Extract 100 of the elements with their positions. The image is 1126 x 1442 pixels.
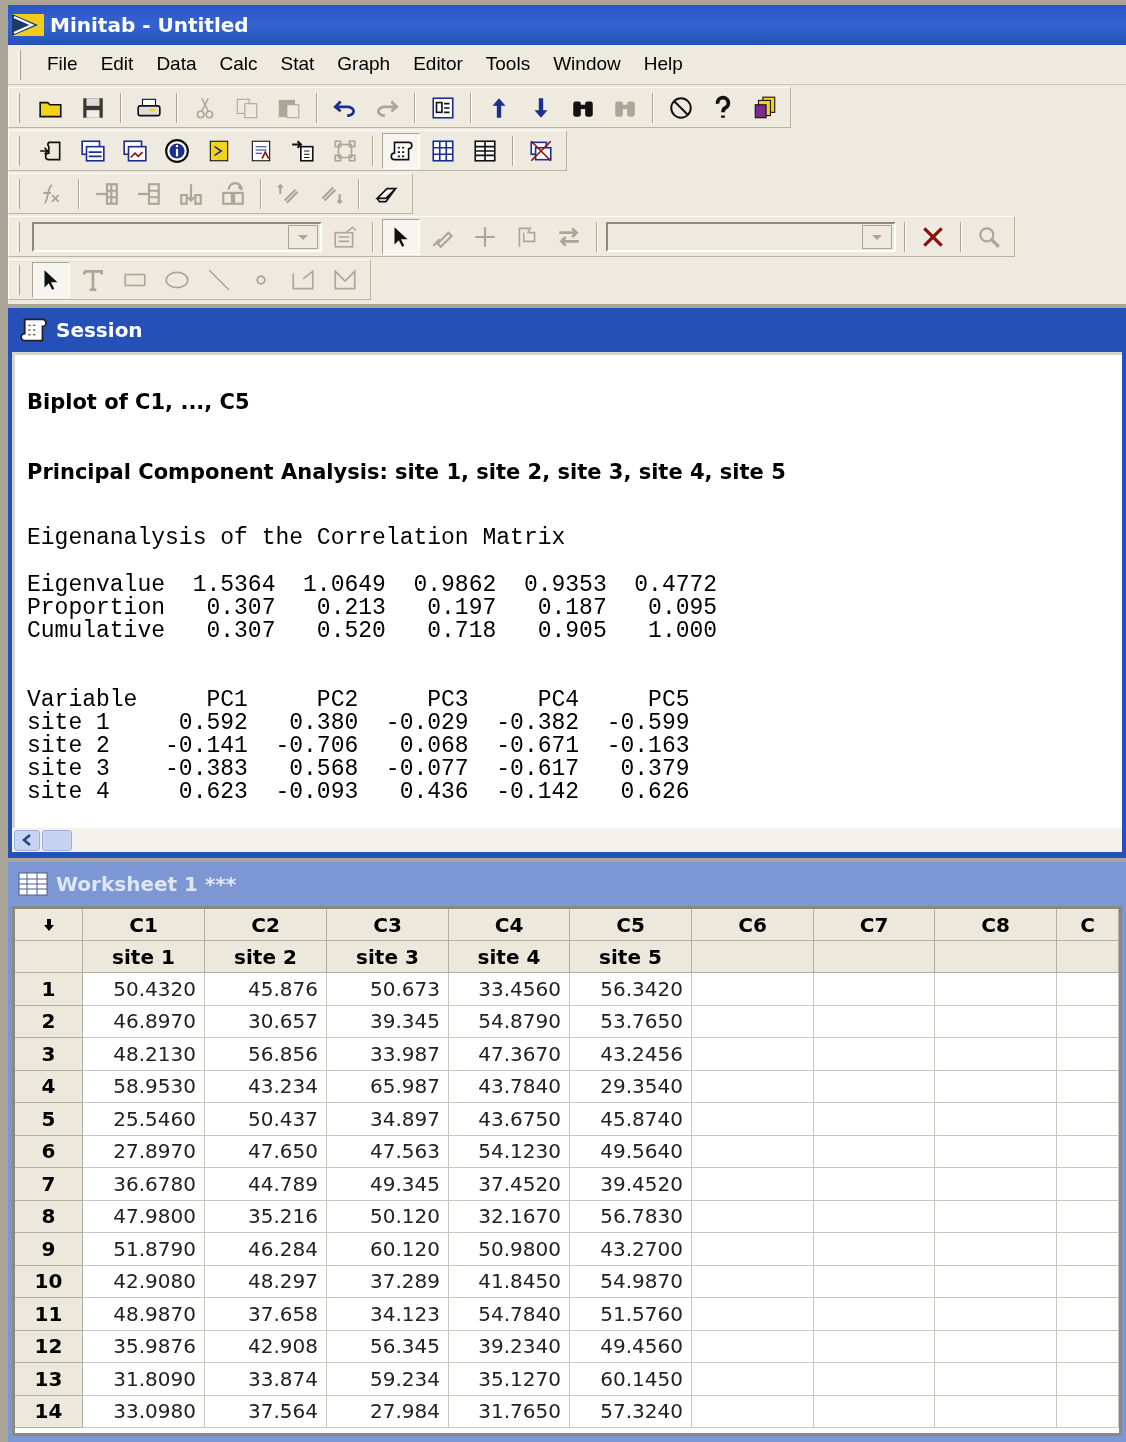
table-cell[interactable]: 54.1230 — [449, 1135, 570, 1168]
table-cell[interactable] — [692, 1265, 814, 1298]
column-name-cell[interactable]: site 1 — [83, 941, 205, 973]
table-cell[interactable] — [935, 1200, 1057, 1233]
table-cell[interactable]: 50.673 — [327, 973, 449, 1006]
table-cell[interactable]: 31.8090 — [83, 1363, 205, 1396]
menu-item[interactable]: Window — [545, 50, 629, 79]
menu-item[interactable]: Calc — [211, 50, 266, 79]
table-cell[interactable]: 59.234 — [327, 1363, 449, 1396]
table-cell[interactable]: 50.120 — [327, 1200, 449, 1233]
table-cell[interactable] — [935, 1103, 1057, 1136]
table-cell[interactable]: 34.897 — [327, 1103, 449, 1136]
table-cell[interactable] — [814, 1330, 935, 1363]
table-cell[interactable] — [935, 1168, 1057, 1201]
table-cell[interactable] — [692, 973, 814, 1006]
table-cell[interactable] — [814, 1135, 935, 1168]
menu-item[interactable]: Edit — [92, 50, 142, 79]
table-cell[interactable]: 34.123 — [327, 1298, 449, 1331]
table-cell[interactable] — [1057, 1038, 1119, 1071]
table-cell[interactable] — [814, 1298, 935, 1331]
table-cell[interactable] — [692, 1363, 814, 1396]
table-cell[interactable]: 48.2130 — [83, 1038, 205, 1071]
table-cell[interactable]: 37.564 — [205, 1395, 327, 1428]
table-cell[interactable] — [1057, 1363, 1119, 1396]
table-cell[interactable]: 37.289 — [327, 1265, 449, 1298]
menu-item[interactable]: Graph — [329, 50, 399, 79]
table-cell[interactable]: 42.9080 — [83, 1265, 205, 1298]
table-cell[interactable]: 43.6750 — [449, 1103, 570, 1136]
table-cell[interactable] — [935, 1330, 1057, 1363]
table-cell[interactable]: 33.987 — [327, 1038, 449, 1071]
table-cell[interactable] — [935, 1298, 1057, 1331]
column-header[interactable]: C3 — [327, 909, 449, 941]
table-cell[interactable]: 43.234 — [205, 1070, 327, 1103]
table-cell[interactable]: 39.2340 — [449, 1330, 570, 1363]
table-cell[interactable] — [935, 1005, 1057, 1038]
column-name-cell[interactable]: site 5 — [570, 941, 692, 973]
table-cell[interactable]: 43.2700 — [570, 1233, 692, 1266]
table-cell[interactable] — [692, 1135, 814, 1168]
table-cell[interactable]: 49.5640 — [570, 1135, 692, 1168]
table-cell[interactable]: 33.4560 — [449, 973, 570, 1006]
menu-item[interactable]: File — [39, 50, 86, 79]
table-cell[interactable] — [935, 1135, 1057, 1168]
table-cell[interactable]: 43.7840 — [449, 1070, 570, 1103]
menu-item[interactable]: Stat — [272, 50, 323, 79]
toolbar-button[interactable] — [382, 132, 420, 169]
scroll-left-button[interactable] — [14, 829, 40, 851]
table-cell[interactable] — [814, 1070, 935, 1103]
table-cell[interactable] — [1057, 1395, 1119, 1428]
table-cell[interactable] — [692, 1005, 814, 1038]
table-cell[interactable]: 50.437 — [205, 1103, 327, 1136]
table-cell[interactable]: 37.4520 — [449, 1168, 570, 1201]
table-cell[interactable] — [814, 1233, 935, 1266]
table-cell[interactable]: 35.9876 — [83, 1330, 205, 1363]
table-cell[interactable]: 46.284 — [205, 1233, 327, 1266]
dropdown-field[interactable] — [32, 221, 322, 252]
column-name-cell[interactable] — [1057, 941, 1119, 973]
table-cell[interactable]: 27.984 — [327, 1395, 449, 1428]
column-name-cell[interactable]: site 4 — [449, 941, 570, 973]
table-cell[interactable] — [1057, 1103, 1119, 1136]
table-cell[interactable] — [814, 1200, 935, 1233]
table-cell[interactable]: 49.4560 — [570, 1330, 692, 1363]
table-cell[interactable]: 25.5460 — [83, 1103, 205, 1136]
table-cell[interactable] — [1057, 1330, 1119, 1363]
table-cell[interactable] — [1057, 1168, 1119, 1201]
table-cell[interactable] — [1057, 1200, 1119, 1233]
table-cell[interactable]: 56.7830 — [570, 1200, 692, 1233]
toolbar-button[interactable] — [32, 261, 70, 298]
table-cell[interactable] — [692, 1395, 814, 1428]
table-cell[interactable]: 43.2456 — [570, 1038, 692, 1071]
table-cell[interactable]: 51.5760 — [570, 1298, 692, 1331]
table-cell[interactable] — [814, 1395, 935, 1428]
table-cell[interactable]: 53.7650 — [570, 1005, 692, 1038]
table-cell[interactable]: 29.3540 — [570, 1070, 692, 1103]
table-cell[interactable]: 37.658 — [205, 1298, 327, 1331]
table-cell[interactable]: 51.8790 — [83, 1233, 205, 1266]
table-cell[interactable] — [935, 1038, 1057, 1071]
table-cell[interactable] — [935, 1363, 1057, 1396]
table-cell[interactable] — [1057, 1265, 1119, 1298]
table-cell[interactable]: 35.1270 — [449, 1363, 570, 1396]
table-cell[interactable]: 47.563 — [327, 1135, 449, 1168]
table-cell[interactable] — [1057, 973, 1119, 1006]
table-cell[interactable] — [814, 1265, 935, 1298]
table-cell[interactable]: 48.9870 — [83, 1298, 205, 1331]
table-cell[interactable]: 60.120 — [327, 1233, 449, 1266]
column-name-cell[interactable]: site 3 — [327, 941, 449, 973]
menu-item[interactable]: Data — [148, 50, 205, 79]
table-cell[interactable] — [814, 1363, 935, 1396]
table-cell[interactable] — [935, 1265, 1057, 1298]
table-cell[interactable]: 57.3240 — [570, 1395, 692, 1428]
table-cell[interactable] — [692, 1038, 814, 1071]
table-cell[interactable]: 58.9530 — [83, 1070, 205, 1103]
table-cell[interactable]: 44.789 — [205, 1168, 327, 1201]
column-name-cell[interactable] — [935, 941, 1057, 973]
table-cell[interactable]: 42.908 — [205, 1330, 327, 1363]
table-cell[interactable] — [692, 1168, 814, 1201]
table-cell[interactable]: 27.8970 — [83, 1135, 205, 1168]
table-cell[interactable] — [1057, 1233, 1119, 1266]
toolbar-button[interactable] — [382, 218, 420, 255]
table-cell[interactable] — [1057, 1005, 1119, 1038]
table-cell[interactable]: 46.8970 — [83, 1005, 205, 1038]
